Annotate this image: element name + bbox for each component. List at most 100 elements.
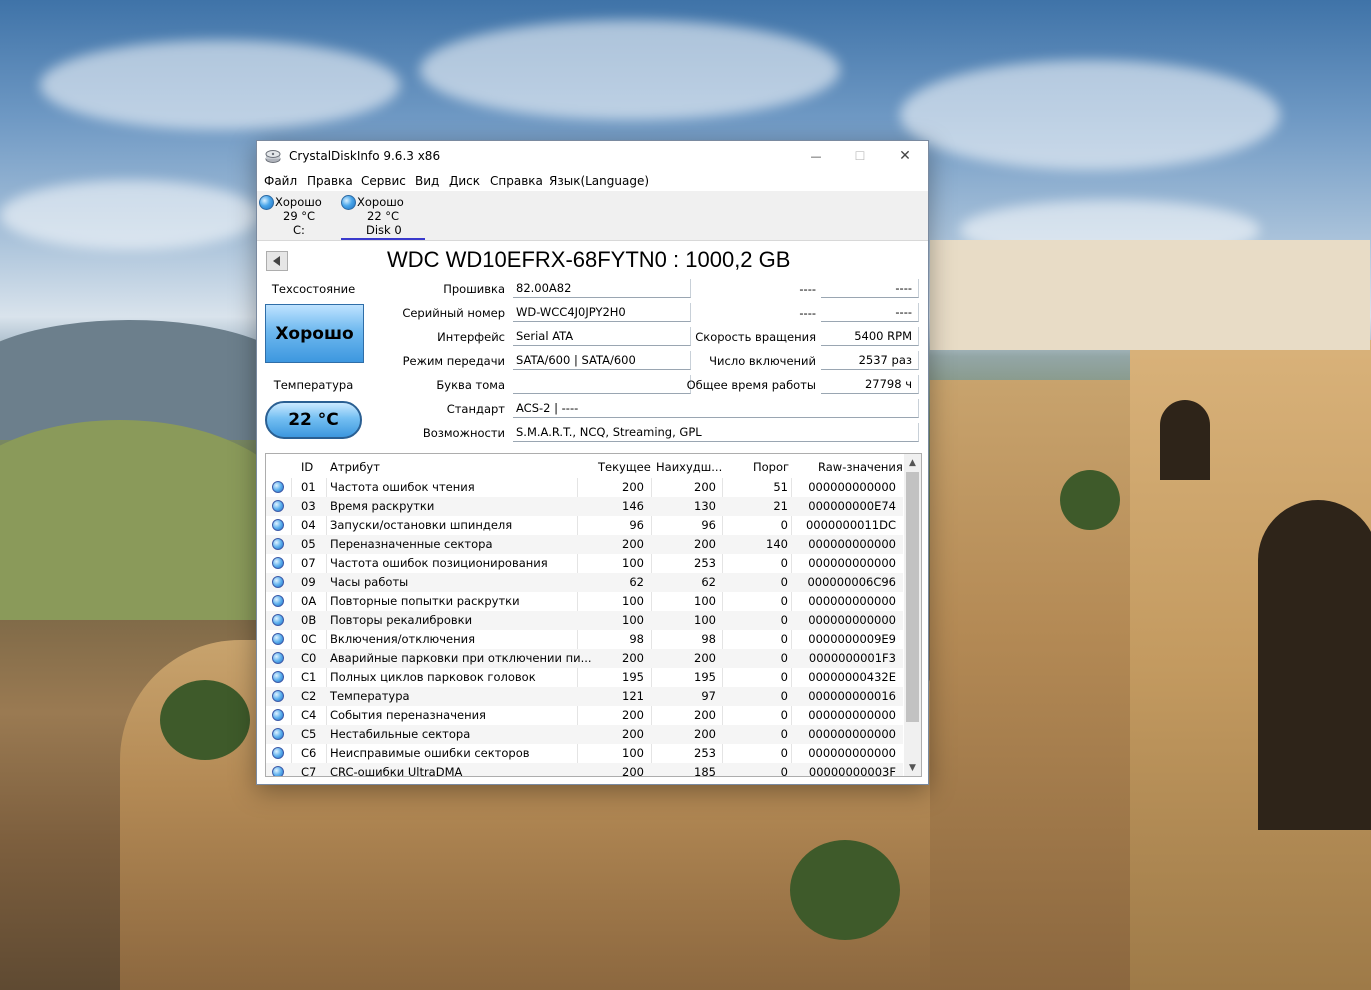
row-worst: 130 bbox=[694, 499, 716, 513]
table-row[interactable]: 05 Переназначенные сектора 200 200 140 000000… bbox=[266, 535, 903, 554]
power-on-hours-value: 27798 ч bbox=[821, 375, 919, 394]
row-id: C4 bbox=[301, 708, 317, 722]
row-attribute: События переназначения bbox=[330, 708, 486, 722]
right-value-1: ---- bbox=[821, 279, 919, 298]
table-row[interactable]: C7 CRC-ошибки UltraDMA 200 185 0 00000000003F bbox=[266, 763, 903, 777]
row-current: 200 bbox=[622, 765, 644, 777]
table-row[interactable]: 0B Повторы рекалибровки 100 100 0 00000000000… bbox=[266, 611, 903, 630]
health-status-button[interactable]: Хорошо bbox=[265, 304, 364, 363]
row-attribute: Повторы рекалибровки bbox=[330, 613, 473, 627]
temperature-button[interactable]: 22 °C bbox=[265, 401, 362, 439]
close-button[interactable]: ✕ bbox=[882, 141, 928, 171]
col-header-worst[interactable]: Наихудш... bbox=[656, 460, 722, 474]
table-row[interactable]: C2 Температура 121 97 0 000000000016 bbox=[266, 687, 903, 706]
status-good-icon bbox=[272, 500, 284, 512]
col-header-current[interactable]: Текущее bbox=[598, 460, 651, 474]
row-threshold: 0 bbox=[780, 518, 788, 532]
row-attribute: Неисправимые ошибки секторов bbox=[330, 746, 530, 760]
menu-bar: Файл Правка Сервис Вид Диск Справка Язык… bbox=[257, 171, 928, 191]
row-threshold: 0 bbox=[780, 708, 788, 722]
maximize-button[interactable]: ☐ bbox=[837, 141, 883, 171]
menu-view[interactable]: Вид bbox=[415, 174, 439, 188]
row-current: 62 bbox=[629, 575, 644, 589]
row-raw: 00000000432E bbox=[808, 670, 896, 684]
row-id: 05 bbox=[301, 537, 316, 551]
menu-service[interactable]: Сервис bbox=[361, 174, 406, 188]
row-worst: 200 bbox=[694, 480, 716, 494]
col-header-id[interactable]: ID bbox=[301, 460, 313, 474]
power-on-count-label: Число включений bbox=[709, 354, 816, 368]
disk-tab-disk0[interactable]: Хорошо 22 °C Disk 0 bbox=[341, 193, 421, 238]
scroll-down-icon[interactable]: ▼ bbox=[904, 759, 921, 776]
status-good-icon bbox=[272, 519, 284, 531]
row-current: 96 bbox=[629, 518, 644, 532]
row-attribute: Часы работы bbox=[330, 575, 409, 589]
menu-disk[interactable]: Диск bbox=[449, 174, 480, 188]
right-value-2: ---- bbox=[821, 303, 919, 322]
table-row[interactable]: 04 Запуски/остановки шпинделя 96 96 0 0000000… bbox=[266, 516, 903, 535]
table-row[interactable]: 07 Частота ошибок позиционирования 100 253 0… bbox=[266, 554, 903, 573]
minimize-button[interactable]: — bbox=[793, 141, 839, 171]
disk-tab-c[interactable]: Хорошо 29 °C C: bbox=[259, 193, 339, 238]
row-current: 146 bbox=[622, 499, 644, 513]
row-attribute: Запуски/остановки шпинделя bbox=[330, 518, 513, 532]
row-raw: 0000000001F3 bbox=[808, 651, 896, 665]
valley bbox=[0, 420, 300, 620]
row-id: 03 bbox=[301, 499, 316, 513]
interface-label: Интерфейс bbox=[437, 330, 505, 344]
table-row[interactable]: 03 Время раскрутки 146 130 21 000000000E74 bbox=[266, 497, 903, 516]
col-header-threshold[interactable]: Порог bbox=[753, 460, 789, 474]
temperature-label: Температура bbox=[273, 378, 354, 392]
row-worst: 200 bbox=[694, 708, 716, 722]
row-raw: 000000000E74 bbox=[808, 499, 896, 513]
col-header-attribute[interactable]: Атрибут bbox=[330, 460, 380, 474]
disk-temp: 22 °C bbox=[367, 209, 400, 223]
scroll-thumb[interactable] bbox=[906, 472, 919, 722]
row-worst: 62 bbox=[701, 575, 716, 589]
row-id: C5 bbox=[301, 727, 317, 741]
status-good-icon bbox=[272, 766, 284, 776]
tree bbox=[160, 680, 250, 760]
row-id: 0B bbox=[301, 613, 317, 627]
row-current: 200 bbox=[622, 727, 644, 741]
table-row[interactable]: C1 Полных циклов парковок головок 195 195 0 0… bbox=[266, 668, 903, 687]
table-row[interactable]: 09 Часы работы 62 62 0 000000006C96 bbox=[266, 573, 903, 592]
row-raw: 000000006C96 bbox=[807, 575, 896, 589]
row-id: C2 bbox=[301, 689, 317, 703]
table-row[interactable]: C4 События переназначения 200 200 0 000000000… bbox=[266, 706, 903, 725]
table-row[interactable]: 0A Повторные попытки раскрутки 100 100 0 0000… bbox=[266, 592, 903, 611]
serial-label: Серийный номер bbox=[402, 306, 505, 320]
status-good-icon bbox=[272, 728, 284, 740]
row-raw: 000000000000 bbox=[808, 708, 896, 722]
status-good-icon bbox=[272, 595, 284, 607]
table-row[interactable]: C5 Нестабильные сектора 200 200 0 00000000000… bbox=[266, 725, 903, 744]
interface-value: Serial ATA bbox=[513, 327, 691, 346]
table-row[interactable]: 01 Частота ошибок чтения 200 200 51 000000000… bbox=[266, 478, 903, 497]
table-row[interactable]: C0 Аварийные парковки при отключении пи..… bbox=[266, 649, 903, 668]
scroll-up-icon[interactable]: ▲ bbox=[904, 454, 921, 471]
row-threshold: 51 bbox=[773, 480, 788, 494]
previous-disk-button[interactable] bbox=[266, 251, 288, 271]
menu-edit[interactable]: Правка bbox=[307, 174, 353, 188]
power-on-hours-label: Общее время работы bbox=[686, 378, 816, 392]
vertical-scrollbar[interactable]: ▲ ▼ bbox=[904, 454, 921, 776]
row-worst: 195 bbox=[694, 670, 716, 684]
row-current: 195 bbox=[622, 670, 644, 684]
row-worst: 100 bbox=[694, 613, 716, 627]
row-threshold: 0 bbox=[780, 670, 788, 684]
bridge-arch bbox=[1258, 500, 1371, 830]
menu-language[interactable]: Язык(Language) bbox=[549, 174, 649, 188]
status-good-icon bbox=[272, 538, 284, 550]
menu-file[interactable]: Файл bbox=[264, 174, 297, 188]
col-header-raw[interactable]: Raw-значения bbox=[818, 460, 903, 474]
table-row[interactable]: C6 Неисправимые ошибки секторов 100 253 0 000… bbox=[266, 744, 903, 763]
bridge-window bbox=[1160, 400, 1210, 480]
table-row[interactable]: 0C Включения/отключения 98 98 0 0000000009E9 bbox=[266, 630, 903, 649]
title-bar[interactable]: CrystalDiskInfo 9.6.3 x86 — ☐ ✕ bbox=[257, 141, 928, 171]
row-id: C0 bbox=[301, 651, 317, 665]
menu-help[interactable]: Справка bbox=[490, 174, 543, 188]
drive-letter-label: Буква тома bbox=[436, 378, 505, 392]
serial-value: WD-WCC4J0JPY2H0 bbox=[513, 303, 691, 322]
transfer-mode-value: SATA/600 | SATA/600 bbox=[513, 351, 691, 370]
close-icon: ✕ bbox=[899, 148, 911, 164]
